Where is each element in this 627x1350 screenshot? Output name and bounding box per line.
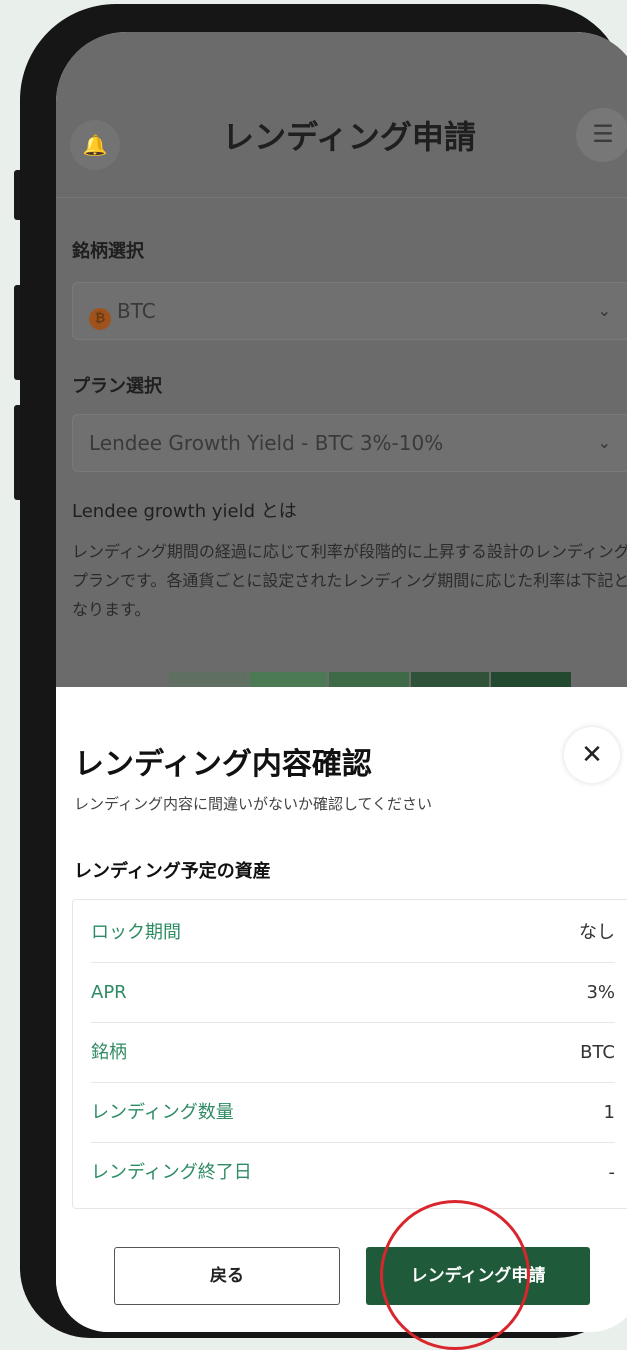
row-key: レンディング終了日: [91, 1162, 252, 1183]
sheet-subtitle: レンディング内容に間違いがないか確認してください: [74, 795, 433, 813]
phone-screen: 🔔 レンディング申請 ☰ 銘柄選択 ₿ BTC ⌄ プラン選択 Lendee Gr…: [56, 32, 627, 1332]
highlight-circle-annotation: [380, 1200, 530, 1350]
back-button[interactable]: 戻る: [114, 1247, 340, 1305]
plan-select[interactable]: Lendee Growth Yield - BTC 3%-10% ⌄: [72, 414, 627, 472]
section-label: レンディング予定の資産: [74, 861, 271, 882]
row-value: 3%: [586, 982, 615, 1003]
plan-about-heading: Lendee growth yield とは: [72, 501, 297, 522]
row-key: レンディング数量: [91, 1102, 234, 1123]
asset-select-label: 銘柄選択: [72, 241, 144, 262]
lending-summary-card: ロック期間 なし APR 3% 銘柄 BTC レンディング数量 1 レンディング…: [72, 899, 627, 1209]
asset-select-value: BTC: [117, 299, 156, 323]
chevron-down-icon: ⌄: [597, 301, 611, 320]
hamburger-menu-icon[interactable]: ☰: [576, 108, 627, 162]
summary-row-apr: APR 3%: [91, 964, 615, 1023]
asset-select[interactable]: ₿ BTC ⌄: [72, 282, 627, 340]
phone-frame: 🔔 レンディング申請 ☰ 銘柄選択 ₿ BTC ⌄ プラン選択 Lendee Gr…: [20, 4, 627, 1338]
summary-row-asset: 銘柄 BTC: [91, 1024, 615, 1083]
row-key: APR: [91, 982, 127, 1003]
bitcoin-icon: ₿: [89, 308, 111, 330]
dimmed-background-app: 🔔 レンディング申請 ☰ 銘柄選択 ₿ BTC ⌄ プラン選択 Lendee Gr…: [56, 32, 627, 712]
row-value: 1: [603, 1102, 615, 1123]
row-value: BTC: [580, 1042, 615, 1063]
row-value: なし: [579, 922, 615, 943]
close-icon[interactable]: ✕: [564, 727, 620, 783]
row-key: 銘柄: [91, 1042, 127, 1063]
row-key: ロック期間: [91, 922, 181, 943]
chevron-down-icon: ⌄: [597, 433, 611, 452]
app-header: 🔔 レンディング申請 ☰: [56, 32, 627, 198]
sheet-title: レンディング内容確認: [74, 747, 372, 782]
summary-row-amount: レンディング数量 1: [91, 1084, 615, 1143]
plan-about-text: レンディング期間の経過に応じて利率が段階的に上昇する設計のレンディングプランです…: [72, 542, 627, 619]
plan-select-value: Lendee Growth Yield - BTC 3%-10%: [89, 431, 444, 455]
row-value: -: [608, 1162, 616, 1183]
summary-row-end-date: レンディング終了日 -: [91, 1144, 615, 1202]
plan-select-label: プラン選択: [72, 376, 162, 397]
summary-row-lock-period: ロック期間 なし: [91, 904, 615, 963]
page-title: レンディング申請: [222, 118, 476, 156]
confirm-bottom-sheet: レンディング内容確認 ✕ レンディング内容に間違いがないか確認してください レン…: [56, 687, 627, 1332]
